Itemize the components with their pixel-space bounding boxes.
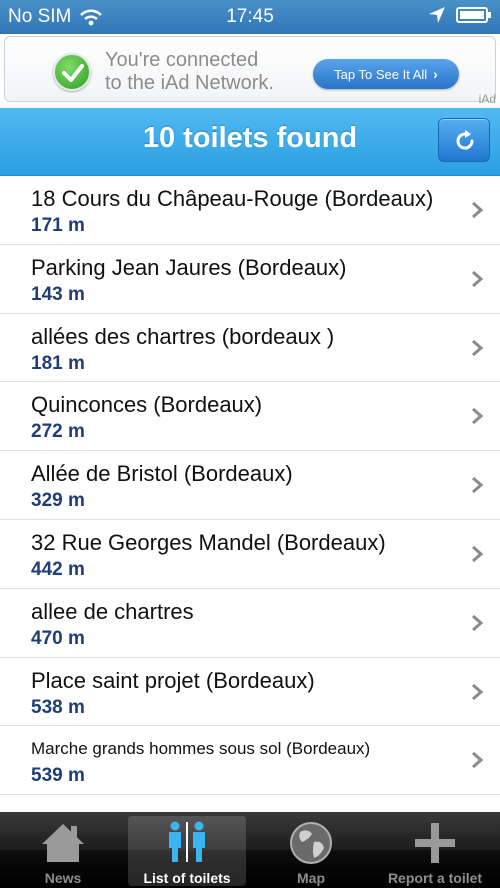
toilet-name: Parking Jean Jaures (Bordeaux) — [31, 254, 347, 280]
list-item[interactable]: Quinconces (Bordeaux) 272 m — [0, 382, 500, 452]
chevron-right-icon — [472, 752, 484, 769]
status-indicators — [428, 6, 492, 24]
status-time: 17:45 — [226, 6, 274, 27]
tab-label: Map — [297, 870, 325, 886]
ad-line-2: to the iAd Network. — [105, 72, 274, 94]
navigation-header: 10 toilets found — [0, 108, 500, 176]
toilet-list: 18 Cours du Châpeau-Rouge (Bordeaux) 171… — [0, 176, 500, 796]
battery-icon — [456, 6, 492, 24]
checkmark-icon — [53, 53, 91, 91]
tab-label: Report a toilet — [387, 870, 483, 886]
toilet-distance: 470 m — [31, 627, 85, 649]
chevron-right-icon — [472, 339, 484, 356]
list-item[interactable]: 32 Rue Georges Mandel (Bordeaux) 442 m — [0, 519, 500, 589]
list-item[interactable]: Allée de Bristol (Bordeaux) 329 m — [0, 451, 500, 520]
toilet-distance: 539 m — [31, 765, 85, 787]
iad-label: iAd — [478, 92, 496, 106]
ad-panel[interactable]: You're connected to the iAd Network. Tap… — [4, 36, 496, 102]
ad-cta-label: Tap To See It All — [334, 66, 428, 82]
chevron-right-icon — [472, 408, 484, 425]
tab-label: List of toilets — [143, 870, 231, 886]
toilet-people-icon — [128, 820, 246, 864]
toilet-distance: 171 m — [31, 215, 85, 236]
toilet-distance: 143 m — [31, 283, 85, 305]
list-item[interactable]: Parking Jean Jaures (Bordeaux) 143 m — [0, 244, 500, 314]
toilet-distance: 329 m — [31, 490, 85, 512]
toilet-name: Allée de Bristol (Bordeaux) — [31, 461, 293, 487]
toilet-name: allées des chartres (bordeaux ) — [31, 323, 335, 349]
refresh-button[interactable] — [438, 118, 490, 162]
list-item[interactable]: allées des chartres (bordeaux ) 181 m — [0, 313, 500, 383]
toilet-distance: 538 m — [31, 696, 85, 718]
iad-banner[interactable]: You're connected to the iAd Network. Tap… — [0, 34, 500, 108]
toilet-name: Quinconces (Bordeaux) — [31, 392, 263, 418]
tab-report-toilet[interactable]: Report a toilet — [376, 816, 494, 886]
tab-bar: News List of toilets Map Report a toilet — [0, 812, 500, 888]
toilet-name: Marche grands hommes sous sol (Bordeaux) — [31, 739, 371, 759]
tab-news[interactable]: News — [4, 816, 122, 886]
list-item[interactable]: Place saint projet (Bordeaux) 538 m — [0, 657, 500, 727]
page-title: 10 toilets found — [142, 122, 358, 154]
list-item[interactable]: allee de chartres 470 m — [0, 588, 500, 658]
refresh-icon — [456, 130, 474, 150]
list-item[interactable]: 18 Cours du Châpeau-Rouge (Bordeaux) 171… — [0, 176, 500, 245]
ad-message: You're connected to the iAd Network. — [105, 49, 305, 95]
list-item[interactable]: Marche grands hommes sous sol (Bordeaux)… — [0, 726, 500, 796]
plus-icon — [376, 820, 494, 864]
toilet-name: 32 Rue Georges Mandel (Bordeaux) — [31, 529, 386, 555]
toilet-distance: 442 m — [31, 558, 85, 580]
ad-cta-button[interactable]: Tap To See It All › — [313, 59, 459, 89]
chevron-right-icon — [472, 201, 484, 219]
tab-list-of-toilets[interactable]: List of toilets — [128, 816, 246, 886]
ad-line-1: You're connected — [105, 49, 259, 71]
tab-map[interactable]: Map — [252, 816, 370, 886]
toilet-name: 18 Cours du Châpeau-Rouge (Bordeaux) — [31, 186, 434, 211]
chevron-right-icon — [472, 545, 484, 563]
chevron-right-icon: › — [433, 66, 438, 82]
location-arrow-icon — [428, 6, 446, 24]
globe-icon — [252, 820, 370, 864]
chevron-right-icon — [472, 614, 484, 631]
toilet-name: Place saint projet (Bordeaux) — [31, 667, 315, 693]
toilet-distance: 272 m — [31, 421, 85, 443]
toilet-distance: 181 m — [31, 352, 85, 374]
house-icon — [4, 820, 122, 864]
chevron-right-icon — [472, 477, 484, 494]
status-bar: No SIM 17:45 — [0, 0, 500, 34]
toilet-name: allee de chartres — [31, 598, 194, 624]
tab-label: News — [44, 870, 82, 886]
chevron-right-icon — [472, 683, 484, 700]
chevron-right-icon — [472, 270, 484, 287]
